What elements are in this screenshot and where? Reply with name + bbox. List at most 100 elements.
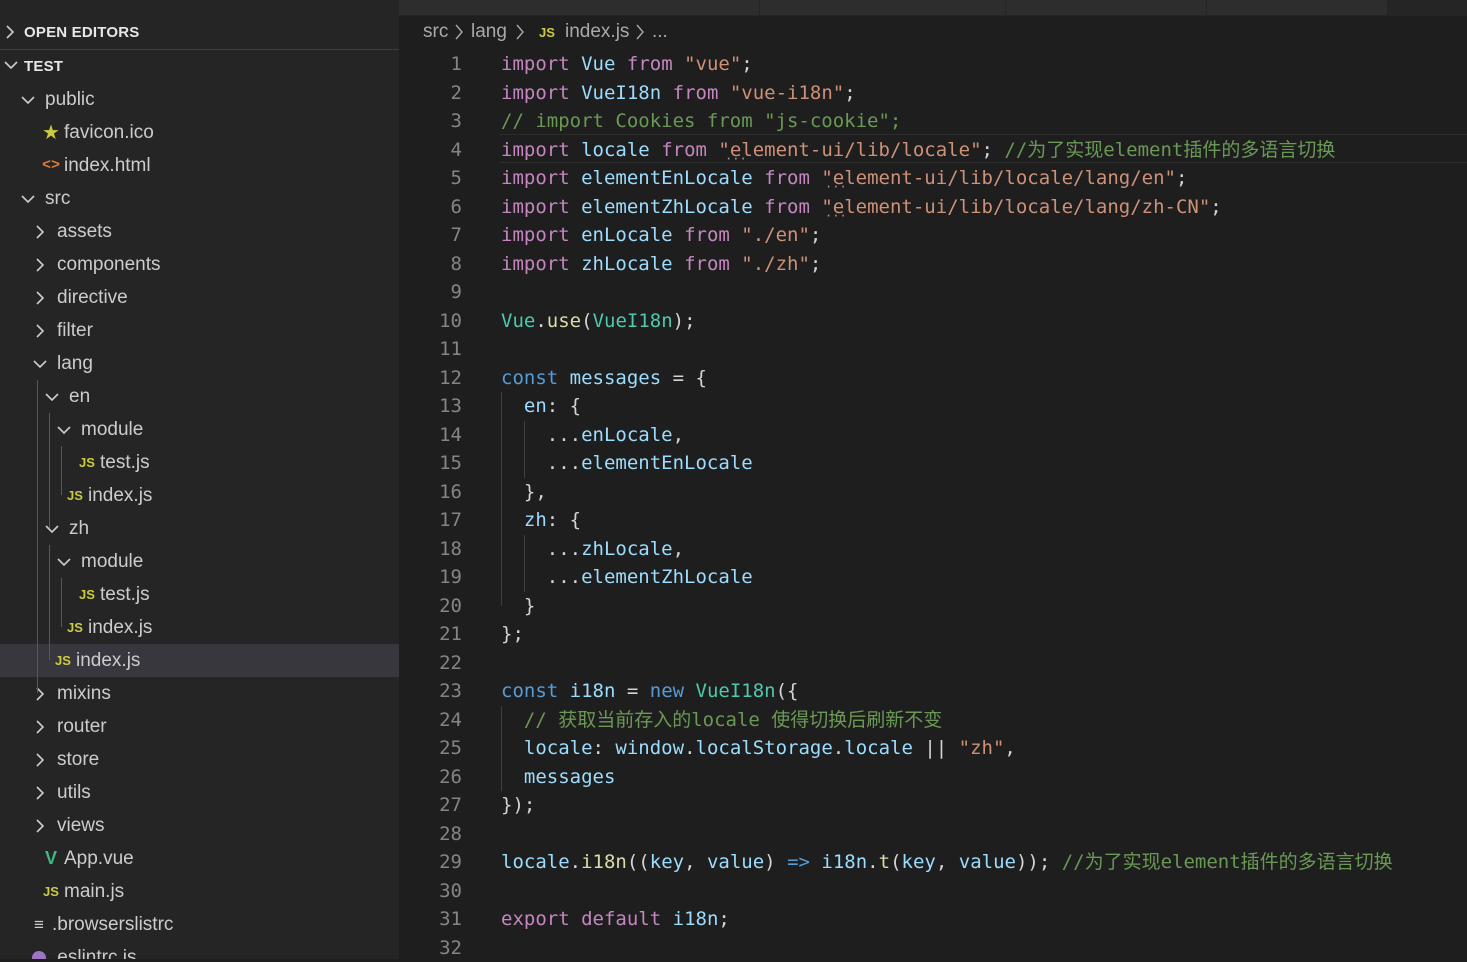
code-token: ; [810, 224, 821, 246]
code-token [684, 680, 695, 702]
tree-item-file-app-vue[interactable]: VApp.vue [0, 842, 399, 875]
tree-item-label: test.js [100, 584, 150, 606]
chevron-right-icon [30, 248, 50, 281]
code-line[interactable]: import VueI18n from "vue-i18n"; [501, 79, 856, 108]
chevron-right-icon [30, 677, 50, 710]
star-file-icon: ★ [41, 116, 61, 149]
editor-tab[interactable] [760, 0, 1006, 15]
code-line[interactable]: ...elementZhLocale [501, 563, 753, 592]
js-file-icon: JS [77, 446, 97, 479]
tree-item-file-index-html[interactable]: <>index.html [0, 149, 399, 182]
editor-tab[interactable] [399, 0, 760, 15]
tree-item-folder-components[interactable]: components [0, 248, 399, 281]
code-line[interactable]: }); [501, 791, 535, 820]
line-number: 19 [399, 563, 462, 592]
chevron-down-icon [3, 58, 19, 72]
code-line[interactable]: export default i18n; [501, 905, 730, 934]
chevron-down-icon [18, 83, 38, 116]
tree-item-folder-views[interactable]: views [0, 809, 399, 842]
code-line[interactable]: ...enLocale, [501, 421, 684, 450]
tree-item-label: favicon.ico [64, 122, 154, 144]
tree-item-folder-store[interactable]: store [0, 743, 399, 776]
code-token: ; [844, 82, 855, 104]
js-file-icon: JS [41, 875, 61, 908]
tree-item-file-eslintrc-js[interactable]: .eslintrc.js [0, 941, 399, 959]
tree-item-file-en-module-test-js[interactable]: JStest.js [0, 446, 399, 479]
tree-item-file-main-js[interactable]: JSmain.js [0, 875, 399, 908]
code-line[interactable]: }; [501, 620, 524, 649]
tree-item-folder-public[interactable]: public [0, 83, 399, 116]
tree-item-folder-utils[interactable]: utils [0, 776, 399, 809]
chevron-right-icon [30, 215, 50, 248]
code-token: i18n [673, 908, 719, 930]
line-number: 26 [399, 763, 462, 792]
code-token: : { [547, 509, 581, 531]
code-token: enLocale [581, 424, 673, 446]
workspace-section-header[interactable]: TEST [0, 50, 399, 83]
code-token: }; [501, 623, 524, 645]
tree-indent-guide [37, 380, 38, 693]
tree-item-file-zh-module-test-js[interactable]: JStest.js [0, 578, 399, 611]
breadcrumb-item-ellipsis[interactable]: ... [652, 21, 668, 43]
code-line[interactable]: messages [501, 763, 615, 792]
code-token [501, 509, 524, 531]
tree-item-label: .browserslistrc [52, 914, 173, 936]
code-line[interactable]: Vue.use(VueI18n); [501, 307, 696, 336]
code-token: ( [890, 851, 901, 873]
tree-item-file-favicon[interactable]: ★favicon.ico [0, 116, 399, 149]
tree-item-folder-router[interactable]: router [0, 710, 399, 743]
code-token: "element-ui/lib/locale/lang/en" [821, 167, 1176, 189]
code-line[interactable]: zh: { [501, 506, 581, 535]
code-line[interactable]: import enLocale from "./en"; [501, 221, 821, 250]
tree-item-folder-mixins[interactable]: mixins [0, 677, 399, 710]
code-token: from [764, 196, 810, 218]
line-number: 20 [399, 592, 462, 621]
code-line[interactable]: const messages = { [501, 364, 707, 393]
code-line[interactable]: import elementZhLocale from "element-ui/… [501, 193, 1222, 222]
code-line[interactable]: import zhLocale from "./zh"; [501, 250, 821, 279]
tree-item-folder-en[interactable]: en [0, 380, 399, 413]
tree-item-folder-src[interactable]: src [0, 182, 399, 215]
tree-item-folder-lang[interactable]: lang [0, 347, 399, 380]
code-line[interactable]: locale.i18n((key, value) => i18n.t(key, … [501, 848, 1393, 877]
code-line[interactable]: } [501, 592, 535, 621]
code-editor[interactable]: 1import Vue from "vue";2import VueI18n f… [399, 50, 1467, 959]
tree-item-file-zh-index-js[interactable]: JSindex.js [0, 611, 399, 644]
breadcrumb-item-src[interactable]: src [423, 21, 448, 43]
code-line[interactable]: ...elementEnLocale [501, 449, 753, 478]
code-line[interactable]: }, [501, 478, 547, 507]
code-line[interactable]: // import Cookies from "js-cookie"; [501, 107, 901, 136]
tree-item-folder-zh-module[interactable]: module [0, 545, 399, 578]
code-line[interactable]: ...zhLocale, [501, 535, 684, 564]
line-number: 30 [399, 877, 462, 906]
tree-item-folder-en-module[interactable]: module [0, 413, 399, 446]
code-token: "./en" [741, 224, 810, 246]
open-editors-section-header[interactable]: OPEN EDITORS [0, 16, 399, 49]
tree-item-folder-directive[interactable]: directive [0, 281, 399, 314]
tree-item-folder-assets[interactable]: assets [0, 215, 399, 248]
code-line[interactable]: import locale from "element-ui/lib/local… [501, 136, 1335, 165]
tree-item-file-en-index-js[interactable]: JSindex.js [0, 479, 399, 512]
code-token: // import Cookies from "js-cookie"; [501, 110, 901, 132]
code-line[interactable]: locale: window.localStorage.locale || "z… [501, 734, 1016, 763]
code-line[interactable]: const i18n = new VueI18n({ [501, 677, 799, 706]
tree-item-folder-zh[interactable]: zh [0, 512, 399, 545]
editor-tab[interactable] [1006, 0, 1207, 15]
tree-item-file-browserslistrc[interactable]: ≡.browserslistrc [0, 908, 399, 941]
chevron-right-icon [30, 776, 50, 809]
code-token [707, 139, 718, 161]
tree-item-label: module [81, 419, 143, 441]
tree-item-folder-filter[interactable]: filter [0, 314, 399, 347]
code-line[interactable]: import Vue from "vue"; [501, 50, 753, 79]
code-token: Vue [581, 53, 615, 75]
tree-item-file-lang-index-js[interactable]: JSindex.js [0, 644, 399, 677]
chevron-right-icon [3, 24, 17, 40]
tree-indent-guide [49, 545, 50, 660]
editor-tab[interactable] [1207, 0, 1388, 15]
breadcrumb-item-file[interactable]: index.js [565, 21, 629, 43]
breadcrumb-item-lang[interactable]: lang [471, 21, 507, 43]
code-line[interactable]: // 获取当前存入的locale 使得切换后刷新不变 [501, 706, 942, 735]
code-line[interactable]: en: { [501, 392, 581, 421]
code-token [570, 224, 581, 246]
code-token: "vue" [684, 53, 741, 75]
